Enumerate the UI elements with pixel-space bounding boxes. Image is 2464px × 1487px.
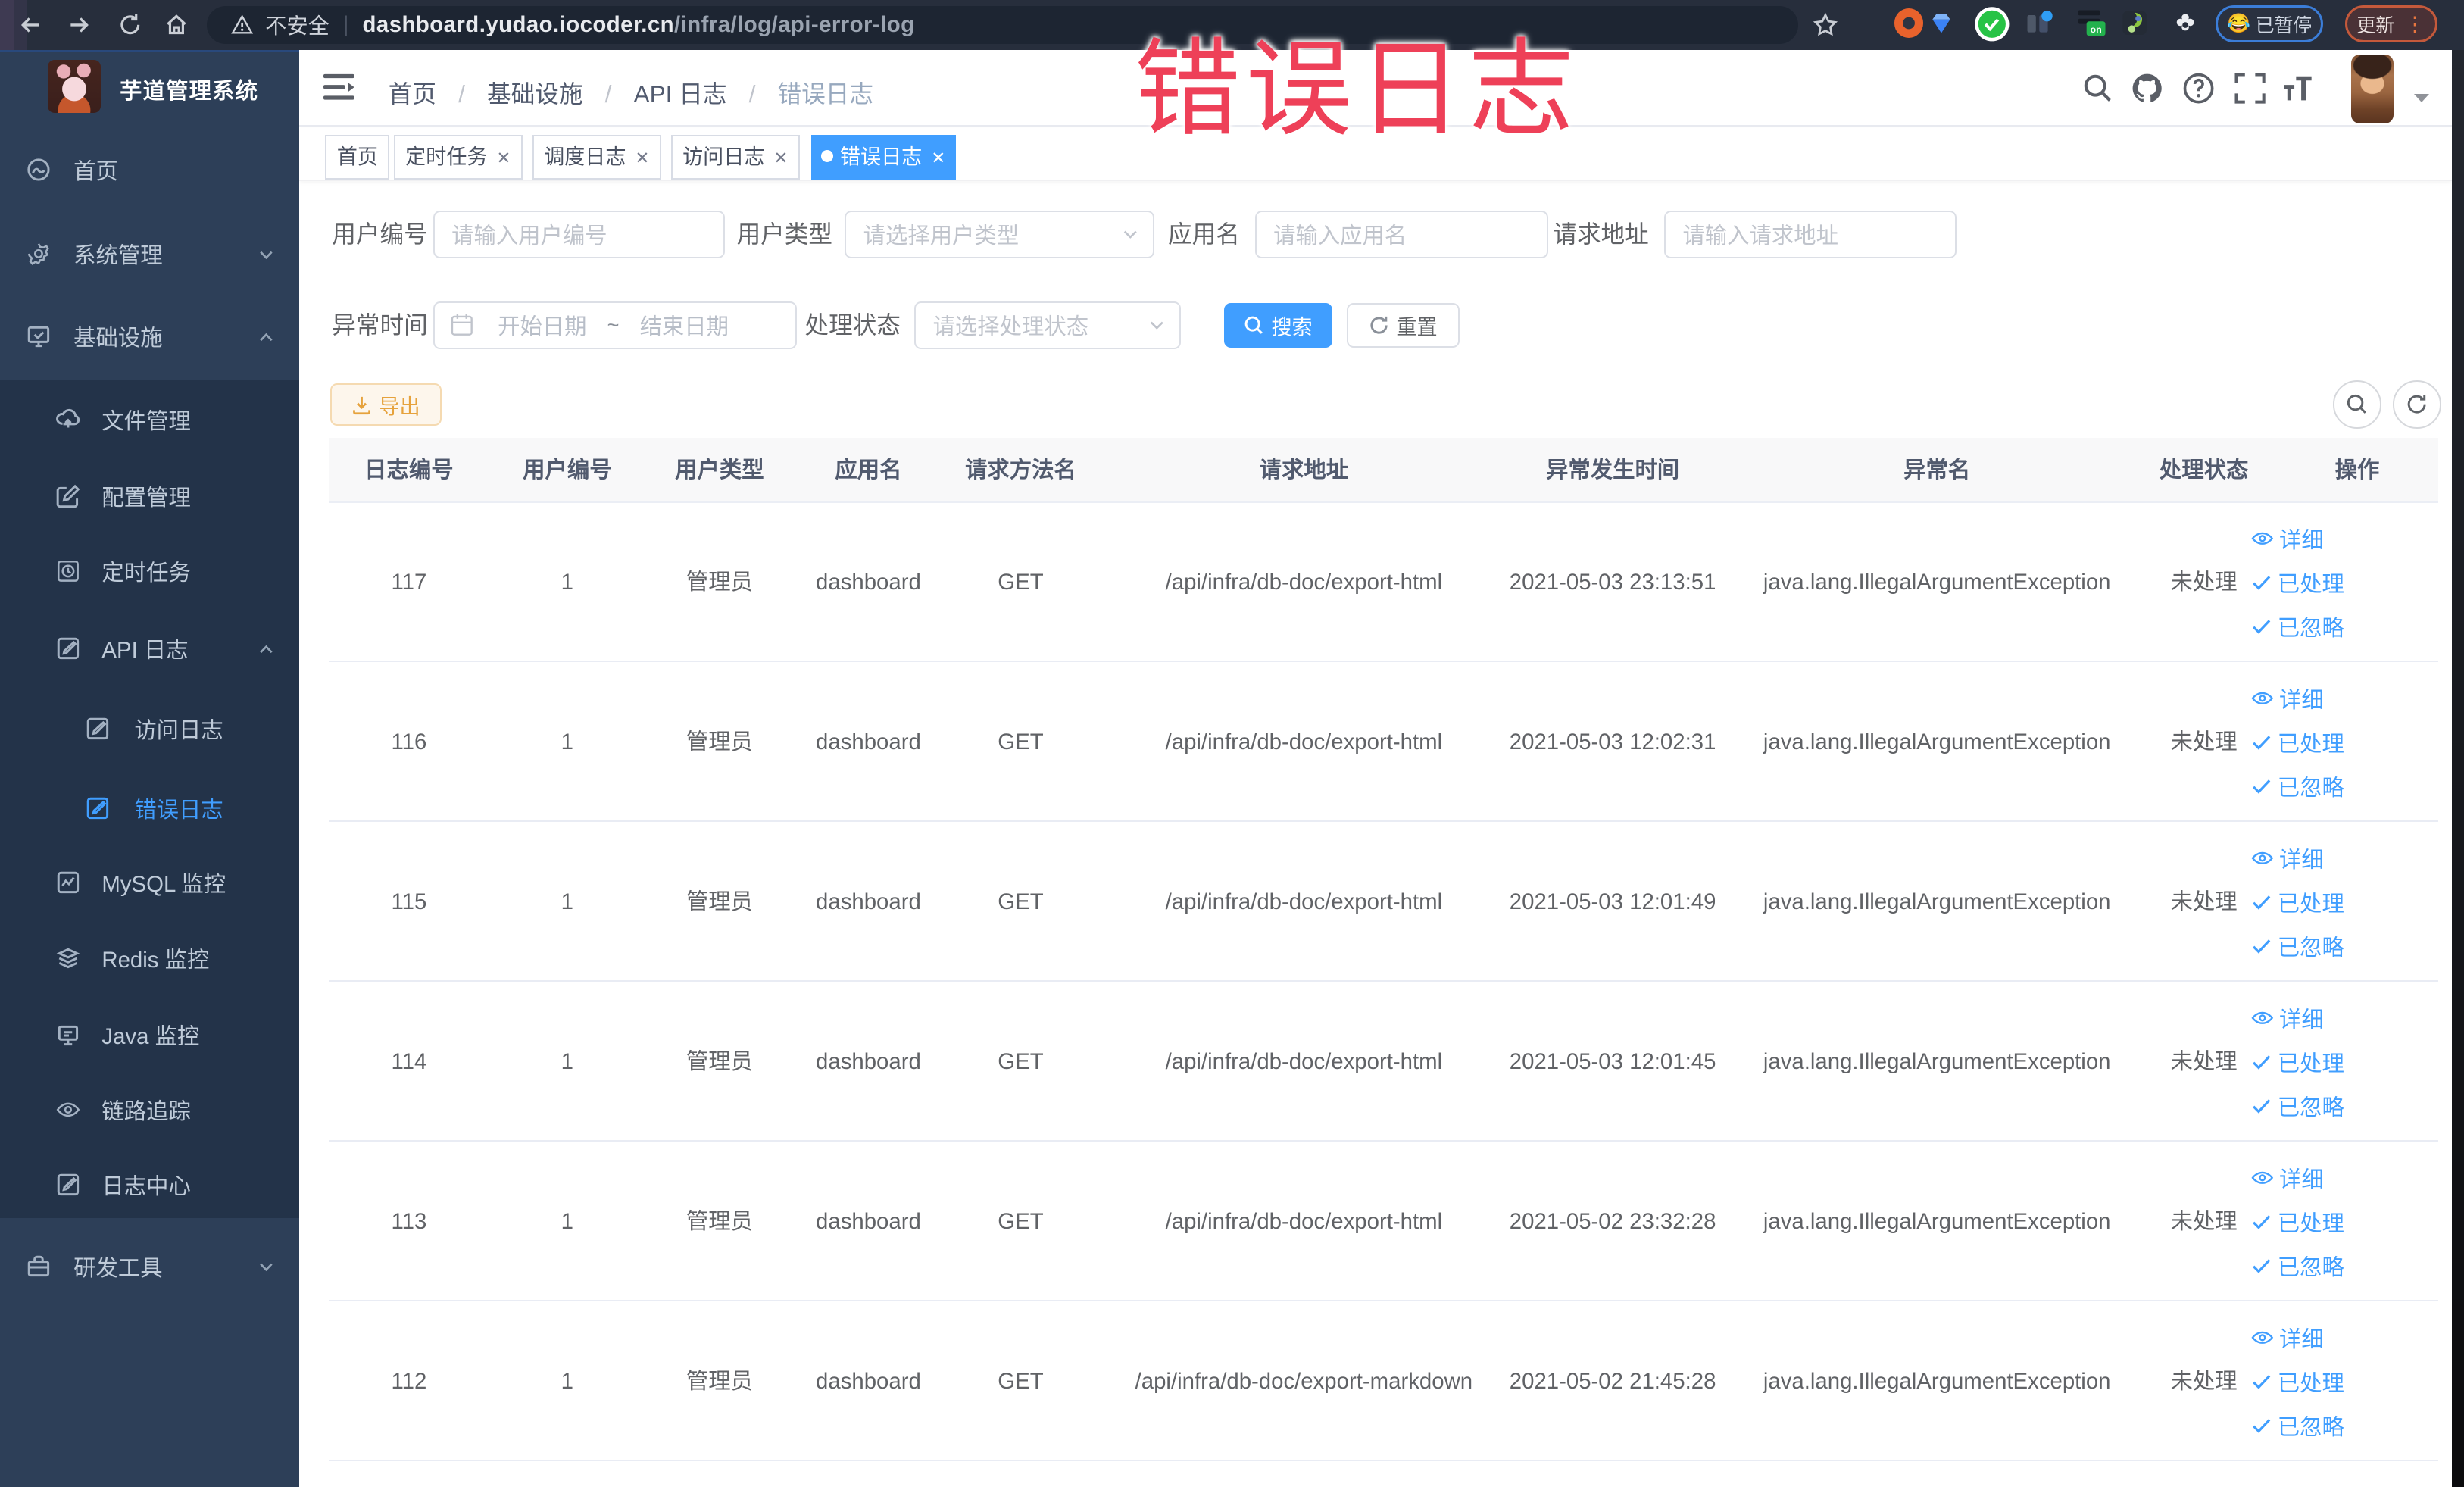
- svg-text:on: on: [2091, 24, 2102, 35]
